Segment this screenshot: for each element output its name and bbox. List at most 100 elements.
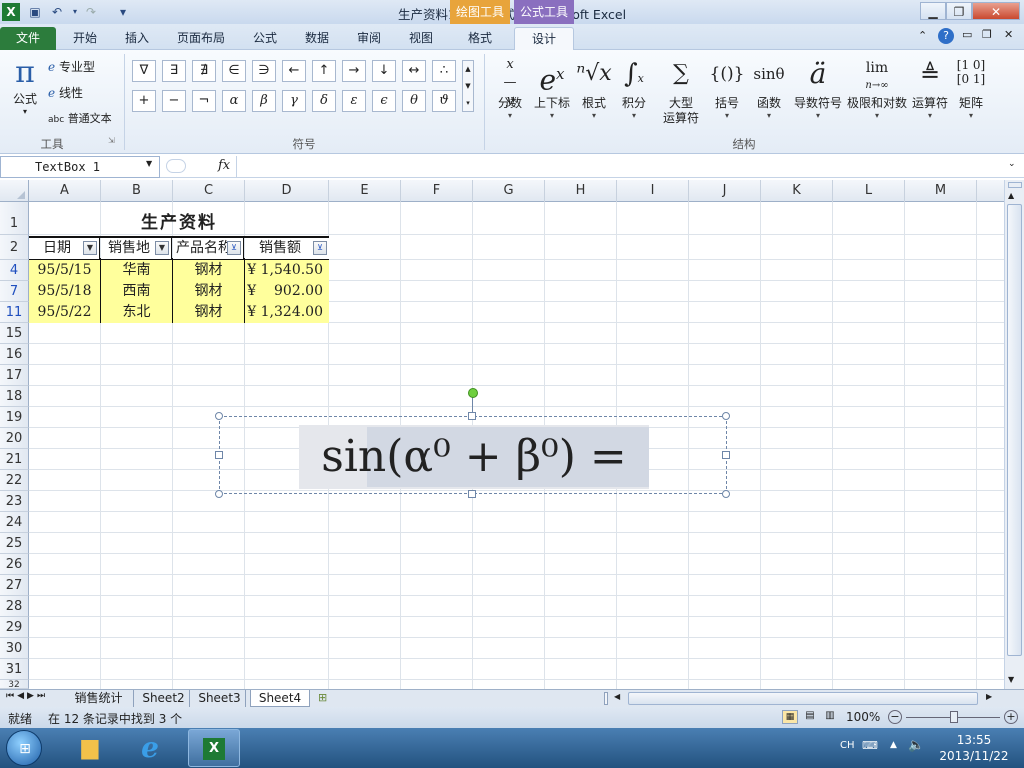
large-operator-button[interactable]: ∑ 大型 运算符 [656, 52, 706, 130]
symbol-gamma[interactable]: γ [282, 90, 306, 112]
row-header-31[interactable]: 31 [0, 659, 29, 680]
doc-close-icon[interactable]: ✕ [1004, 28, 1013, 41]
tab-design[interactable]: 设计 [514, 27, 574, 50]
row-header-27[interactable]: 27 [0, 575, 29, 596]
equation-button[interactable]: π 公式 ▾ [6, 56, 44, 117]
doc-minimize-icon[interactable]: ▭ [962, 28, 972, 41]
row-header-2[interactable]: 2 [0, 235, 29, 260]
scroll-left-icon[interactable]: ◀ [614, 692, 620, 701]
bracket-button[interactable]: {()} 括号 ▾ [708, 52, 746, 130]
symbol-gallery-scroll[interactable]: ▲ ▼ ▾ [462, 60, 474, 112]
row-header-18[interactable]: 18 [0, 386, 29, 407]
symbol-left-arrow[interactable]: ← [282, 60, 306, 82]
volume-icon[interactable]: 🔈 [908, 738, 924, 753]
symbol-alpha[interactable]: α [222, 90, 246, 112]
row-header-30[interactable]: 30 [0, 638, 29, 659]
sheet-tab-sheet3[interactable]: Sheet3 [194, 690, 246, 707]
symbol-left-right-arrow[interactable]: ↔ [402, 60, 426, 82]
professional-button[interactable]: e 专业型 [48, 58, 95, 75]
cell-d11[interactable]: ¥ 1,324.00 [245, 302, 329, 323]
cell-b4[interactable]: 华南 [101, 260, 172, 281]
horizontal-scroll-thumb[interactable] [628, 692, 978, 705]
row-header-28[interactable]: 28 [0, 596, 29, 617]
resize-handle-bottom[interactable] [468, 490, 476, 498]
split-box[interactable] [1008, 182, 1022, 188]
symbol-theta-variant[interactable]: ϑ [432, 90, 456, 112]
col-header-j[interactable]: J [689, 180, 761, 202]
resize-handle-bottom-left[interactable] [215, 490, 223, 498]
symbol-delta[interactable]: δ [312, 90, 336, 112]
filter-dropdown-icon[interactable]: ▼ [83, 241, 97, 255]
symbol-exists[interactable]: ∃ [162, 60, 186, 82]
col-header-k[interactable]: K [761, 180, 833, 202]
rotate-handle[interactable] [468, 388, 478, 398]
row-header-11[interactable]: 11 [0, 302, 29, 323]
sheet-tab-sales[interactable]: 销售统计 [64, 690, 134, 707]
cell-a11[interactable]: 95/5/22 [29, 302, 100, 323]
cell-b7[interactable]: 西南 [101, 281, 172, 302]
cell-c11[interactable]: 钢材 [173, 302, 244, 323]
filter-active-icon[interactable]: ⊻ [227, 241, 241, 255]
internet-explorer-icon[interactable]: e [130, 732, 170, 764]
col-header-c[interactable]: C [173, 180, 245, 202]
col-header-e[interactable]: E [329, 180, 401, 202]
doc-restore-icon[interactable]: ❐ [982, 28, 992, 41]
fraction-button[interactable]: x — y 分数 ▾ [492, 52, 528, 130]
tab-split-handle[interactable] [604, 692, 608, 705]
row-header-4[interactable]: 4 [0, 260, 29, 281]
scroll-right-icon[interactable]: ▶ [986, 692, 992, 701]
script-button[interactable]: ex 上下标 ▾ [530, 52, 574, 130]
row-header-26[interactable]: 26 [0, 554, 29, 575]
row-header-25[interactable]: 25 [0, 533, 29, 554]
equation-text[interactable]: sin(α⁰ + β⁰) = [299, 425, 649, 489]
formula-input[interactable] [236, 156, 1006, 178]
accent-button[interactable]: ä 导数符号 ▾ [792, 52, 844, 130]
scroll-up-icon[interactable]: ▲ [1008, 191, 1014, 200]
zoom-level[interactable]: 100% [846, 710, 880, 724]
integral-button[interactable]: ∫x 积分 ▾ [614, 52, 654, 130]
select-all-button[interactable] [0, 180, 29, 202]
limit-log-button[interactable]: lim n→∞ 极限和对数 ▾ [846, 52, 908, 130]
sheet-tab-sheet2[interactable]: Sheet2 [138, 690, 190, 707]
start-button[interactable]: ⊞ [6, 730, 42, 766]
tab-insert[interactable]: 插入 [114, 27, 160, 50]
row-header-29[interactable]: 29 [0, 617, 29, 638]
tab-data[interactable]: 数据 [294, 27, 340, 50]
symbol-minus[interactable]: − [162, 90, 186, 112]
col-header-l[interactable]: L [833, 180, 905, 202]
resize-handle-right[interactable] [722, 451, 730, 459]
resize-handle-top-left[interactable] [215, 412, 223, 420]
row-header-15[interactable]: 15 [0, 323, 29, 344]
formula-bar-splitter[interactable] [166, 159, 186, 173]
resize-handle-left[interactable] [215, 451, 223, 459]
row-header-20[interactable]: 20 [0, 428, 29, 449]
cell-c7[interactable]: 钢材 [173, 281, 244, 302]
symbol-beta[interactable]: β [252, 90, 276, 112]
tab-formulas[interactable]: 公式 [242, 27, 288, 50]
row-header-19[interactable]: 19 [0, 407, 29, 428]
resize-handle-bottom-right[interactable] [722, 490, 730, 498]
zoom-out-icon[interactable]: − [888, 710, 902, 724]
cell-b11[interactable]: 东北 [101, 302, 172, 323]
tab-home[interactable]: 开始 [62, 27, 108, 50]
normal-view-icon[interactable]: ▦ [782, 710, 798, 724]
col-header-h[interactable]: H [545, 180, 617, 202]
name-box[interactable]: TextBox 1 [0, 156, 160, 178]
file-explorer-icon[interactable]: ▆ [70, 732, 110, 764]
cell-c4[interactable]: 钢材 [173, 260, 244, 281]
row-header-1[interactable]: 1 [0, 202, 29, 235]
sheet-nav-icon[interactable]: ⏮◀▶⏭ [6, 691, 48, 701]
excel-taskbar-button[interactable]: X [188, 729, 240, 767]
symbol-plus[interactable]: + [132, 90, 156, 112]
tab-review[interactable]: 审阅 [346, 27, 392, 50]
resize-handle-top[interactable] [468, 412, 476, 420]
row-header-22[interactable]: 22 [0, 470, 29, 491]
symbol-down-arrow[interactable]: ↓ [372, 60, 396, 82]
row-header-21[interactable]: 21 [0, 449, 29, 470]
row-header-16[interactable]: 16 [0, 344, 29, 365]
col-header-g[interactable]: G [473, 180, 545, 202]
col-header-b[interactable]: B [101, 180, 173, 202]
row-header-23[interactable]: 23 [0, 491, 29, 512]
equation-text-box[interactable]: sin(α⁰ + β⁰) = [219, 416, 727, 494]
normal-text-button[interactable]: abc 普通文本 [48, 110, 112, 126]
